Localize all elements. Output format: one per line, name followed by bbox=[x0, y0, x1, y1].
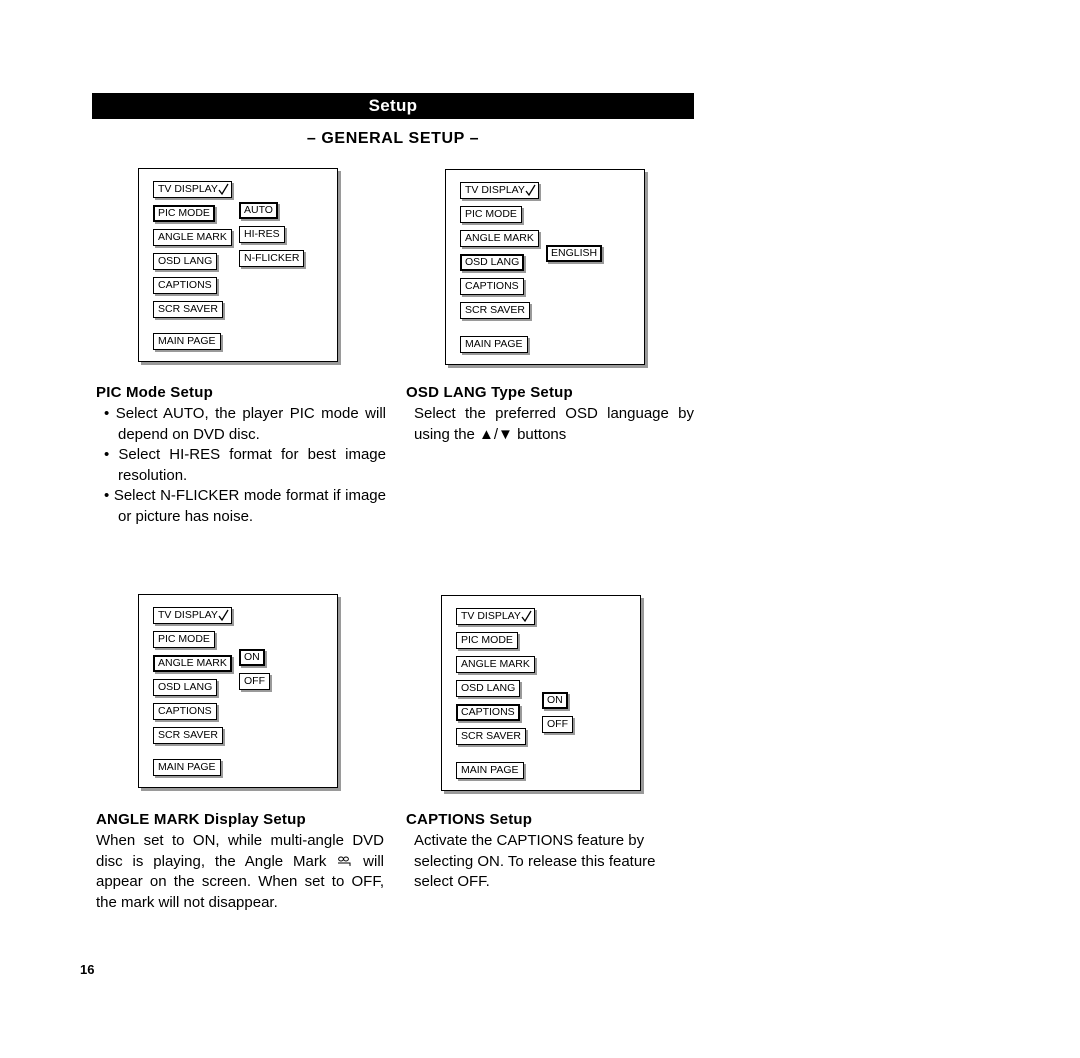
menu-item-tv-display[interactable]: TV DISPLAY bbox=[456, 608, 535, 625]
value-n-flicker[interactable]: N-FLICKER bbox=[239, 250, 305, 267]
value-hi-res[interactable]: HI-RES bbox=[239, 226, 285, 243]
menu-item-captions[interactable]: CAPTIONS bbox=[456, 704, 520, 721]
menu-item-pic-mode[interactable]: PIC MODE bbox=[153, 631, 215, 648]
paragraph-captions: Activate the CAPTIONS feature by selecti… bbox=[414, 832, 656, 890]
menu-item-tv-display[interactable]: TV DISPLAY bbox=[153, 607, 232, 624]
menu-item-pic-mode[interactable]: PIC MODE bbox=[456, 632, 518, 649]
bullet-1: • Select AUTO, the player PIC mode will … bbox=[104, 405, 386, 443]
menu-item-scr-saver[interactable]: SCR SAVER bbox=[456, 728, 526, 745]
osd-value-column: ON OFF bbox=[542, 690, 573, 738]
menu-item-osd-lang[interactable]: OSD LANG bbox=[456, 680, 521, 697]
value-on[interactable]: ON bbox=[542, 692, 568, 709]
checkmark-icon bbox=[521, 610, 532, 622]
main-page-button[interactable]: MAIN PAGE bbox=[153, 333, 221, 350]
menu-item-osd-lang[interactable]: OSD LANG bbox=[153, 253, 218, 270]
menu-item-tv-display[interactable]: TV DISPLAY bbox=[153, 181, 232, 198]
osd-value-column: AUTO HI-RES N-FLICKER bbox=[239, 200, 305, 272]
value-english[interactable]: ENGLISH bbox=[546, 245, 603, 262]
menu-item-osd-lang[interactable]: OSD LANG bbox=[153, 679, 218, 696]
menu-item-label: TV DISPLAY bbox=[158, 609, 218, 621]
menu-item-scr-saver[interactable]: SCR SAVER bbox=[153, 301, 223, 318]
paragraph-pic-mode: • Select AUTO, the player PIC mode will … bbox=[96, 404, 386, 527]
menu-item-pic-mode[interactable]: PIC MODE bbox=[153, 205, 215, 222]
checkmark-icon bbox=[218, 609, 229, 621]
value-auto[interactable]: AUTO bbox=[239, 202, 278, 219]
menu-item-captions[interactable]: CAPTIONS bbox=[153, 703, 217, 720]
main-page-button[interactable]: MAIN PAGE bbox=[456, 762, 524, 779]
menu-item-angle-mark[interactable]: ANGLE MARK bbox=[153, 655, 232, 672]
value-off[interactable]: OFF bbox=[542, 716, 573, 733]
osd-value-column: ON OFF bbox=[239, 647, 270, 695]
menu-item-scr-saver[interactable]: SCR SAVER bbox=[460, 302, 530, 319]
bullet-2: • Select HI-RES format for best image re… bbox=[104, 446, 386, 484]
osd-value-column: ENGLISH bbox=[546, 243, 603, 267]
subheading-pic-mode: PIC Mode Setup bbox=[96, 384, 213, 401]
osd-menu-column: TV DISPLAY PIC MODE ANGLE MARK OSD LANG … bbox=[456, 606, 535, 750]
menu-item-captions[interactable]: CAPTIONS bbox=[153, 277, 217, 294]
subheading-osd-lang: OSD LANG Type Setup bbox=[406, 384, 573, 401]
menu-item-captions[interactable]: CAPTIONS bbox=[460, 278, 524, 295]
osd-menu-column: TV DISPLAY PIC MODE ANGLE MARK OSD LANG … bbox=[153, 179, 232, 323]
subheading-captions: CAPTIONS Setup bbox=[406, 811, 533, 828]
main-page-button[interactable]: MAIN PAGE bbox=[460, 336, 528, 353]
osd-screen-pic-mode: TV DISPLAY PIC MODE ANGLE MARK OSD LANG … bbox=[138, 168, 338, 362]
menu-item-scr-saver[interactable]: SCR SAVER bbox=[153, 727, 223, 744]
section-heading: – GENERAL SETUP – bbox=[306, 130, 480, 147]
osd-screen-osd-lang: TV DISPLAY PIC MODE ANGLE MARK OSD LANG … bbox=[445, 169, 645, 365]
menu-item-label: TV DISPLAY bbox=[158, 183, 218, 195]
menu-item-pic-mode[interactable]: PIC MODE bbox=[460, 206, 522, 223]
page-number: 16 bbox=[80, 962, 95, 977]
menu-item-label: TV DISPLAY bbox=[461, 610, 521, 622]
paragraph-angle-mark: When set to ON, while multi-angle DVD di… bbox=[96, 831, 384, 913]
osd-screen-captions: TV DISPLAY PIC MODE ANGLE MARK OSD LANG … bbox=[441, 595, 641, 791]
menu-item-angle-mark[interactable]: ANGLE MARK bbox=[456, 656, 535, 673]
subheading-angle-mark: ANGLE MARK Display Setup bbox=[96, 811, 306, 828]
paragraph-osd-lang: Select the preferred OSD language by usi… bbox=[414, 405, 694, 443]
menu-item-tv-display[interactable]: TV DISPLAY bbox=[460, 182, 539, 199]
menu-item-osd-lang[interactable]: OSD LANG bbox=[460, 254, 525, 271]
menu-item-angle-mark[interactable]: ANGLE MARK bbox=[153, 229, 232, 246]
value-on[interactable]: ON bbox=[239, 649, 265, 666]
checkmark-icon bbox=[218, 183, 229, 195]
osd-menu-column: TV DISPLAY PIC MODE ANGLE MARK OSD LANG … bbox=[153, 605, 232, 749]
value-off[interactable]: OFF bbox=[239, 673, 270, 690]
menu-item-label: TV DISPLAY bbox=[465, 184, 525, 196]
menu-item-angle-mark[interactable]: ANGLE MARK bbox=[460, 230, 539, 247]
checkmark-icon bbox=[525, 184, 536, 196]
angle-mark-icon bbox=[336, 854, 353, 867]
osd-menu-column: TV DISPLAY PIC MODE ANGLE MARK OSD LANG … bbox=[460, 180, 539, 324]
bullet-3: • Select N-FLICKER mode format if image … bbox=[104, 487, 386, 525]
main-page-button[interactable]: MAIN PAGE bbox=[153, 759, 221, 776]
page-title: Setup bbox=[92, 93, 694, 119]
osd-screen-angle-mark: TV DISPLAY PIC MODE ANGLE MARK OSD LANG … bbox=[138, 594, 338, 788]
